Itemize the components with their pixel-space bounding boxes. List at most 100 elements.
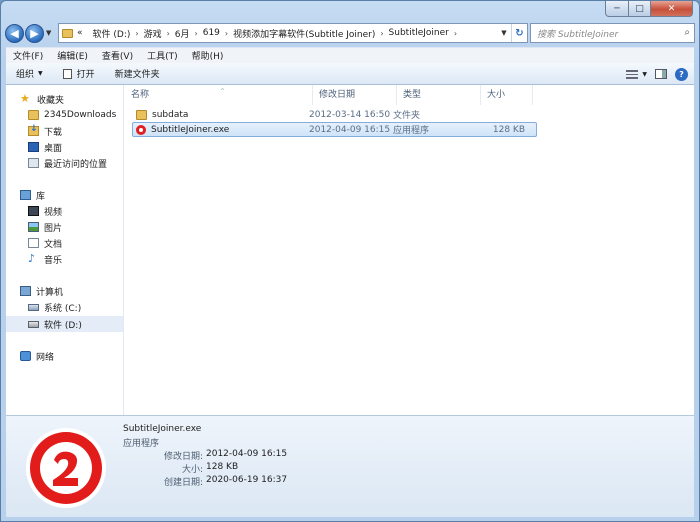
maximize-button[interactable]: □ xyxy=(629,1,651,17)
details-modified-label: 修改日期: xyxy=(163,452,203,462)
open-button[interactable]: 打开 xyxy=(53,63,105,85)
menu-file[interactable]: 文件(F) xyxy=(13,49,43,62)
breadcrumb-drive-d[interactable]: 软件 (D:) xyxy=(93,27,131,40)
sidebar-item-label: 下载 xyxy=(44,127,63,138)
help-icon[interactable]: ? xyxy=(675,67,688,81)
breadcrumb-games[interactable]: 游戏 xyxy=(144,27,162,40)
explorer-window: ─ □ ✕ ◀ ▶ ▼ « 软件 (D:) › 游戏 › 6月 › 619 › … xyxy=(0,0,700,522)
document-icon xyxy=(28,238,39,248)
close-button[interactable]: ✕ xyxy=(651,1,693,17)
breadcrumb-separator[interactable]: › xyxy=(454,29,457,38)
picture-icon xyxy=(28,222,39,232)
back-button[interactable]: ◀ xyxy=(5,23,24,43)
command-bar-right: ▼ ? xyxy=(622,63,688,85)
library-icon xyxy=(20,190,31,200)
computer-icon xyxy=(20,286,31,296)
downloads-icon xyxy=(28,124,39,136)
sidebar-item-pictures[interactable]: 图片 xyxy=(28,219,124,235)
file-name-cell: subdata xyxy=(133,109,309,120)
details-created-value: 2020-06-19 16:37 xyxy=(206,475,288,485)
music-icon: ♪ xyxy=(28,252,36,265)
sidebar-item-drive-c[interactable]: 系统 (C:) xyxy=(28,299,124,315)
details-created-label: 创建日期: xyxy=(163,478,203,488)
folder-icon xyxy=(62,28,73,38)
sidebar-item-documents[interactable]: 文档 xyxy=(28,235,124,251)
breadcrumb-overflow[interactable]: « xyxy=(77,28,83,38)
sidebar-item-downloads[interactable]: 下载 xyxy=(28,123,124,139)
desktop-icon xyxy=(28,142,39,152)
menu-tools[interactable]: 工具(T) xyxy=(147,49,178,62)
sidebar-item-favorites[interactable]: ★ 收藏夹 xyxy=(20,91,120,107)
sidebar-item-label: 库 xyxy=(36,191,46,202)
file-size: 128 KB xyxy=(492,124,525,135)
column-header-name[interactable]: 名称 ^ xyxy=(125,85,313,105)
sidebar-item-recent-places[interactable]: 最近访问的位置 xyxy=(28,155,124,171)
recent-pages-dropdown[interactable]: ▼ xyxy=(46,29,51,37)
column-header-size[interactable]: 大小 xyxy=(481,85,533,105)
star-icon: ★ xyxy=(20,92,30,105)
sidebar-item-music[interactable]: ♪ 音乐 xyxy=(28,251,124,267)
search-icon[interactable]: ⌕ xyxy=(684,27,690,38)
sidebar-item-label: 文档 xyxy=(44,239,63,250)
refresh-icon[interactable]: ↻ xyxy=(511,24,527,42)
window-controls: ─ □ ✕ xyxy=(605,1,693,17)
details-file-type: 应用程序 xyxy=(123,439,160,449)
minimize-button[interactable]: ─ xyxy=(605,1,629,17)
file-name-cell: SubtitleJoiner.exe xyxy=(133,124,309,135)
sidebar-item-drive-d[interactable]: 软件 (D:) xyxy=(6,316,123,332)
navigation-pane[interactable]: ★ 收藏夹 2345Downloads 下载 桌面 最近访问的位置 库 xyxy=(6,85,124,415)
sidebar-item-network[interactable]: 网络 xyxy=(20,348,120,364)
breadcrumb-separator[interactable]: › xyxy=(195,29,198,38)
application-icon xyxy=(136,124,146,135)
menu-bar: 文件(F) 编辑(E) 查看(V) 工具(T) 帮助(H) xyxy=(6,47,694,63)
search-input[interactable]: 搜索 SubtitleJoiner ⌕ xyxy=(530,23,695,43)
breadcrumb-separator[interactable]: › xyxy=(225,29,228,38)
menu-help[interactable]: 帮助(H) xyxy=(192,49,224,62)
sidebar-item-label: 收藏夹 xyxy=(37,95,65,106)
breadcrumb-june[interactable]: 6月 xyxy=(175,27,190,40)
address-bar[interactable]: « 软件 (D:) › 游戏 › 6月 › 619 › 视频添加字幕软件(Sub… xyxy=(58,23,528,43)
details-file-name: SubtitleJoiner.exe xyxy=(123,424,202,434)
sidebar-item-label: 音乐 xyxy=(44,255,63,266)
column-header-date[interactable]: 修改日期 xyxy=(313,85,397,105)
drive-icon xyxy=(28,303,39,311)
file-row[interactable]: SubtitleJoiner.exe 2012-04-09 16:15 应用程序… xyxy=(132,122,537,137)
open-label: 打开 xyxy=(76,70,95,80)
breadcrumb-separator[interactable]: › xyxy=(135,29,138,38)
forward-button[interactable]: ▶ xyxy=(25,23,44,43)
new-folder-button[interactable]: 新建文件夹 xyxy=(105,63,170,85)
sidebar-item-2345downloads[interactable]: 2345Downloads xyxy=(28,107,124,123)
sidebar-item-label: 计算机 xyxy=(36,287,64,298)
sidebar-item-desktop[interactable]: 桌面 xyxy=(28,139,124,155)
file-list[interactable]: 名称 ^ 修改日期 类型 大小 subdata 2012-03-14 16:50… xyxy=(125,85,694,415)
new-folder-label: 新建文件夹 xyxy=(114,70,160,80)
sidebar-item-videos[interactable]: 视频 xyxy=(28,203,124,219)
organize-button[interactable]: 组织 ▼ xyxy=(6,63,53,85)
menu-view[interactable]: 查看(V) xyxy=(102,49,133,62)
menu-edit[interactable]: 编辑(E) xyxy=(57,49,88,62)
breadcrumb-separator[interactable]: › xyxy=(380,29,383,38)
file-row[interactable]: subdata 2012-03-14 16:50 文件夹 xyxy=(132,107,537,122)
search-placeholder: 搜索 SubtitleJoiner xyxy=(537,29,619,40)
details-size-label: 大小: xyxy=(181,465,203,475)
preview-pane-icon[interactable] xyxy=(655,69,667,79)
chevron-down-icon: ▼ xyxy=(38,70,43,77)
sidebar-item-computer[interactable]: 计算机 xyxy=(20,283,120,299)
column-header-type[interactable]: 类型 xyxy=(397,85,481,105)
file-type: 文件夹 xyxy=(393,111,421,121)
column-headers: 名称 ^ 修改日期 类型 大小 xyxy=(125,85,545,105)
address-history-dropdown[interactable]: ▼ xyxy=(497,29,511,37)
breadcrumb-separator[interactable]: › xyxy=(167,29,170,38)
change-view-icon[interactable] xyxy=(626,69,639,79)
recent-places-icon xyxy=(28,158,39,168)
views-dropdown[interactable]: ▼ xyxy=(642,71,647,78)
drive-icon xyxy=(28,320,39,328)
breadcrumb-subtitle-software[interactable]: 视频添加字幕软件(Subtitle Joiner) xyxy=(233,27,375,40)
breadcrumb-619[interactable]: 619 xyxy=(203,28,220,38)
column-size-label: 大小 xyxy=(487,90,506,100)
column-date-label: 修改日期 xyxy=(319,90,356,100)
column-type-label: 类型 xyxy=(403,90,422,100)
breadcrumb-subtitlejoiner[interactable]: SubtitleJoiner xyxy=(389,28,449,38)
sidebar-item-libraries[interactable]: 库 xyxy=(20,187,120,203)
details-created-row: 创建日期: 2020-06-19 16:37 xyxy=(123,475,323,488)
